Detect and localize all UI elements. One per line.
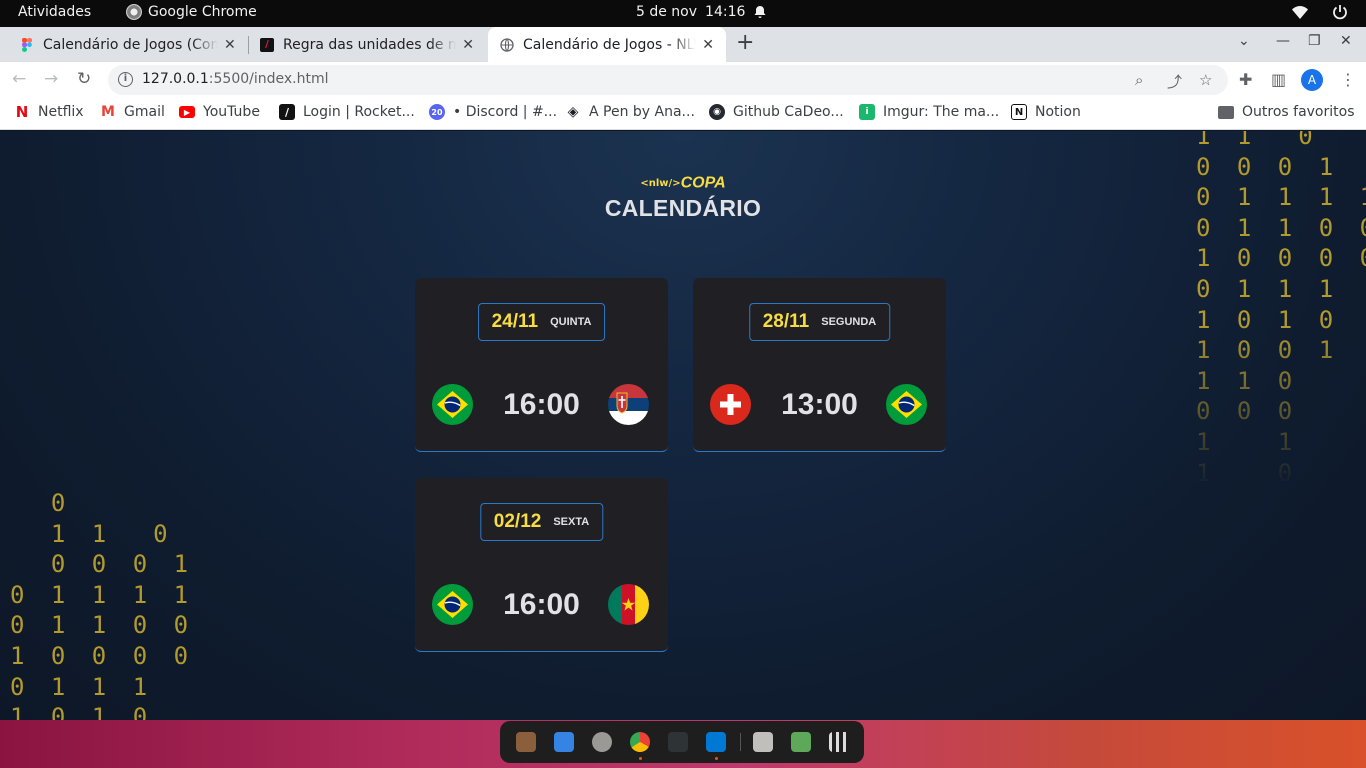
address-bar[interactable]: i 127.0.0.1:5500/index.html ⌕ ⤴ ☆ <box>108 65 1228 95</box>
notification-bell-icon <box>754 6 766 18</box>
match-weekday: SEXTA <box>553 516 590 528</box>
gmail-icon: M <box>101 104 115 120</box>
other-bookmarks-folder[interactable]: Outros favoritos <box>1218 104 1355 120</box>
side-panel-icon[interactable]: ▥ <box>1271 70 1286 89</box>
trash-icon[interactable] <box>791 732 811 752</box>
clock[interactable]: 5 de nov 14:16 <box>636 4 767 20</box>
drive-icon[interactable] <box>753 732 773 752</box>
close-icon[interactable]: ✕ <box>462 37 474 53</box>
power-icon[interactable] <box>1332 4 1348 21</box>
running-indicator <box>715 757 718 760</box>
serbia-flag-icon <box>608 384 649 425</box>
menu-kebab-icon[interactable]: ⋮ <box>1340 70 1356 89</box>
reload-button[interactable]: ↻ <box>77 69 91 89</box>
brazil-flag-icon <box>886 384 927 425</box>
match-weekday: SEGUNDA <box>821 316 877 328</box>
back-button[interactable]: ← <box>12 69 26 89</box>
match-card: 28/11 SEGUNDA 13:00 <box>693 278 946 452</box>
dock <box>500 721 864 763</box>
dock-separator <box>740 733 741 751</box>
bookmark-notion[interactable]: N Notion <box>1011 104 1081 120</box>
close-window-button[interactable]: ✕ <box>1340 33 1352 49</box>
url-text: 127.0.0.1:5500/index.html <box>142 71 329 87</box>
share-icon[interactable]: ⤴ <box>1167 71 1182 92</box>
bookmark-imgur[interactable]: i Imgur: The ma... <box>859 104 999 120</box>
chrome-dock-icon[interactable] <box>630 732 650 752</box>
tab-figma[interactable]: Calendário de Jogos (Community) ✕ <box>8 27 248 62</box>
notion-icon: N <box>1011 104 1027 120</box>
bookmark-rocketseat[interactable]: / Login | Rocket... <box>279 104 415 120</box>
binary-decoration-left: 0 1 1 0 0 0 0 1 0 1 1 1 1 0 1 1 0 0 1 0 … <box>10 489 195 720</box>
screenshot-icon[interactable] <box>592 732 612 752</box>
logo-name: COPA <box>680 174 726 192</box>
bookmark-discord[interactable]: 20 • Discord | #... <box>429 104 557 120</box>
site-info-icon[interactable]: i <box>118 72 133 87</box>
app-menu[interactable]: Google Chrome <box>126 4 257 20</box>
discord-icon: 20 <box>429 104 445 120</box>
bookmark-star-icon[interactable]: ☆ <box>1199 71 1212 89</box>
wifi-icon[interactable] <box>1292 6 1308 19</box>
rocketseat-icon: / <box>260 37 274 52</box>
tab-title: Regra das unidades de medida <box>283 36 457 53</box>
figma-icon <box>22 37 32 52</box>
date-badge: 28/11 SEGUNDA <box>748 303 891 341</box>
close-icon[interactable]: ✕ <box>702 37 714 53</box>
github-icon: ◉ <box>709 104 725 120</box>
app-name: Google Chrome <box>148 4 257 20</box>
bookmarks-bar: N Netflix M Gmail ▶ YouTube / Login | Rocket… <box>0 98 1366 130</box>
tab-calendario[interactable]: Calendário de Jogos - NLW Copa ✕ <box>488 27 726 62</box>
browser-toolbar: ← → ↻ i 127.0.0.1:5500/index.html ⌕ ⤴ ☆ … <box>0 62 1366 98</box>
chrome-icon <box>126 4 142 20</box>
match-weekday: QUINTA <box>550 316 592 328</box>
match-card: 24/11 QUINTA 16:00 <box>415 278 668 452</box>
match-date: 24/11 <box>491 311 539 332</box>
tab-strip: Calendário de Jogos (Community) ✕ / Regr… <box>0 27 1366 62</box>
page-viewport: 1 1 0 0 0 0 1 0 1 1 1 1 0 1 1 0 0 1 0 0 … <box>0 131 1366 720</box>
forward-button[interactable]: → <box>44 69 58 89</box>
new-tab-button[interactable]: + <box>736 30 754 55</box>
imgur-icon: i <box>859 104 875 120</box>
match-card: 02/12 SEXTA 16:00 <box>415 478 668 652</box>
bookmark-codepen[interactable]: ◈ A Pen by Ana... <box>565 104 695 120</box>
bookmark-youtube[interactable]: ▶ YouTube <box>179 104 260 120</box>
youtube-icon: ▶ <box>179 106 195 118</box>
extensions-icon[interactable]: ✚ <box>1239 70 1252 89</box>
rocketseat-icon: / <box>279 104 295 120</box>
nlw-copa-logo: <nlw/>COPA <box>0 173 1366 193</box>
running-indicator <box>639 757 642 760</box>
restore-button[interactable]: ❐ <box>1308 33 1321 49</box>
match-date: 02/12 <box>493 511 542 532</box>
logo-prefix: <nlw/> <box>640 178 681 189</box>
bookmark-netflix[interactable]: N Netflix <box>14 103 84 121</box>
tab-search-icon[interactable]: ⌄ <box>1238 33 1250 49</box>
files-icon[interactable] <box>516 732 536 752</box>
clock-time: 14:16 <box>705 4 746 20</box>
zoom-icon[interactable]: ⌕ <box>1135 71 1143 89</box>
clock-date: 5 de nov <box>636 4 698 20</box>
activities-button[interactable]: Atividades <box>18 4 91 20</box>
globe-icon <box>500 37 514 52</box>
text-editor-icon[interactable] <box>554 732 574 752</box>
profile-avatar[interactable]: A <box>1301 69 1323 91</box>
date-badge: 24/11 QUINTA <box>477 303 606 341</box>
terminal-icon[interactable] <box>668 732 688 752</box>
folder-icon <box>1218 105 1234 119</box>
vscode-icon[interactable] <box>706 732 726 752</box>
date-badge: 02/12 SEXTA <box>479 503 604 541</box>
close-icon[interactable]: ✕ <box>224 37 236 53</box>
bookmark-gmail[interactable]: M Gmail <box>100 104 165 120</box>
match-date: 28/11 <box>762 311 810 332</box>
tab-regra[interactable]: / Regra das unidades de medida ✕ <box>248 27 486 62</box>
show-apps-icon[interactable] <box>829 732 849 752</box>
codepen-icon: ◈ <box>567 104 579 120</box>
tab-title: Calendário de Jogos (Community) <box>43 36 218 53</box>
minimize-button[interactable]: — <box>1276 33 1290 49</box>
cameroon-flag-icon <box>608 584 649 625</box>
page-title: CALENDÁRIO <box>604 195 762 221</box>
netflix-icon: N <box>15 103 29 121</box>
tab-title: Calendário de Jogos - NLW Copa <box>523 36 696 53</box>
bookmark-github[interactable]: ◉ Github CaDeo... <box>709 104 844 120</box>
system-top-bar: Atividades Google Chrome 5 de nov 14:16 <box>0 0 1366 27</box>
